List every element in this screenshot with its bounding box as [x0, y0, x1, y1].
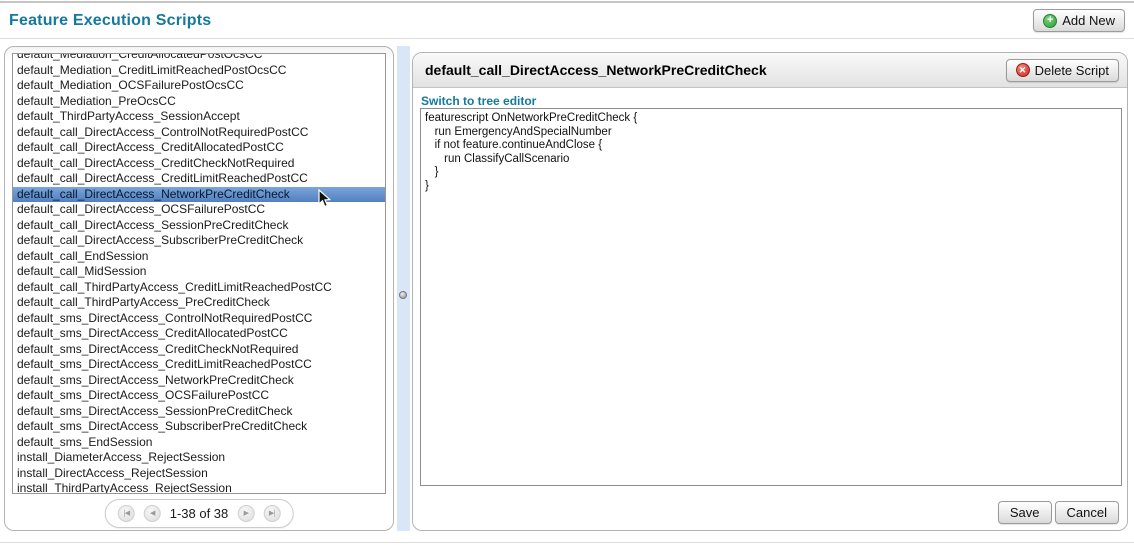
- list-item[interactable]: default_Mediation_CreditAllocatedPostOcs…: [13, 53, 385, 63]
- list-item[interactable]: install_DiameterAccess_RejectSession: [13, 450, 385, 466]
- page-range-label: 1-38 of 38: [170, 506, 229, 521]
- list-item[interactable]: default_sms_DirectAccess_NetworkPreCredi…: [13, 373, 385, 389]
- last-page-button[interactable]: ▶|: [263, 505, 280, 522]
- list-item[interactable]: default_Mediation_OCSFailurePostOcsCC: [13, 78, 385, 94]
- list-item[interactable]: default_call_DirectAccess_CreditLimitRea…: [13, 171, 385, 187]
- cancel-button[interactable]: Cancel: [1055, 501, 1119, 524]
- list-item[interactable]: default_sms_DirectAccess_CreditLimitReac…: [13, 357, 385, 373]
- list-item[interactable]: default_call_DirectAccess_CreditAllocate…: [13, 140, 385, 156]
- list-item[interactable]: default_call_DirectAccess_CreditCheckNot…: [13, 156, 385, 172]
- list-item[interactable]: default_Mediation_CreditLimitReachedPost…: [13, 63, 385, 79]
- pagination: |◀ ◀ 1-38 of 38 ▶ ▶|: [105, 499, 294, 528]
- switch-to-tree-editor-link[interactable]: Switch to tree editor: [421, 94, 536, 108]
- next-page-button[interactable]: ▶: [237, 505, 254, 522]
- add-new-button-label: Add New: [1062, 13, 1115, 28]
- delete-icon: ✕: [1016, 63, 1030, 77]
- list-item[interactable]: default_call_DirectAccess_SubscriberPreC…: [13, 233, 385, 249]
- page-title: Feature Execution Scripts: [9, 12, 211, 30]
- list-item[interactable]: default_call_EndSession: [13, 249, 385, 265]
- panel-splitter[interactable]: [397, 46, 410, 531]
- list-item[interactable]: default_sms_DirectAccess_ControlNotRequi…: [13, 311, 385, 327]
- list-item[interactable]: default_call_DirectAccess_SessionPreCred…: [13, 218, 385, 234]
- last-page-icon: ▶|: [269, 510, 275, 517]
- list-item[interactable]: install_DirectAccess_RejectSession: [13, 466, 385, 482]
- window-bottom-divider: [0, 542, 1134, 543]
- splitter-handle-icon[interactable]: [399, 291, 407, 299]
- editor-panel: default_call_DirectAccess_NetworkPreCred…: [412, 52, 1128, 531]
- list-item[interactable]: default_sms_EndSession: [13, 435, 385, 451]
- delete-script-button[interactable]: ✕ Delete Script: [1006, 59, 1119, 82]
- list-item[interactable]: default_call_DirectAccess_NetworkPreCred…: [13, 187, 385, 203]
- page-header: Feature Execution Scripts + Add New: [0, 3, 1134, 39]
- next-page-icon: ▶: [244, 510, 248, 517]
- list-item[interactable]: default_sms_DirectAccess_CreditCheckNotR…: [13, 342, 385, 358]
- list-item[interactable]: default_call_MidSession: [13, 264, 385, 280]
- prev-page-button[interactable]: ◀: [144, 505, 161, 522]
- list-item[interactable]: default_ThirdPartyAccess_SessionAccept: [13, 109, 385, 125]
- list-item[interactable]: default_sms_DirectAccess_CreditAllocated…: [13, 326, 385, 342]
- list-item[interactable]: default_sms_DirectAccess_SessionPreCredi…: [13, 404, 385, 420]
- plus-icon: +: [1043, 14, 1057, 28]
- prev-page-icon: ◀: [150, 510, 154, 517]
- list-item[interactable]: install_ThirdPartyAccess_RejectSession: [13, 481, 385, 494]
- script-code-textarea[interactable]: featurescript OnNetworkPreCreditCheck { …: [420, 108, 1122, 486]
- add-new-button[interactable]: + Add New: [1033, 9, 1125, 32]
- list-item[interactable]: default_call_DirectAccess_OCSFailurePost…: [13, 202, 385, 218]
- list-item[interactable]: default_call_ThirdPartyAccess_CreditLimi…: [13, 280, 385, 296]
- list-item[interactable]: default_call_DirectAccess_ControlNotRequ…: [13, 125, 385, 141]
- save-button[interactable]: Save: [998, 501, 1052, 524]
- first-page-icon: |◀: [123, 510, 129, 517]
- list-item[interactable]: default_Mediation_PreOcsCC: [13, 94, 385, 110]
- editor-header: default_call_DirectAccess_NetworkPreCred…: [413, 53, 1127, 88]
- script-list-panel: default_Mediation_CreditAllocatedPostOcs…: [4, 46, 394, 531]
- list-item[interactable]: default_sms_DirectAccess_OCSFailurePostC…: [13, 388, 385, 404]
- delete-script-button-label: Delete Script: [1035, 63, 1109, 78]
- list-item[interactable]: default_call_ThirdPartyAccess_PreCreditC…: [13, 295, 385, 311]
- editor-title: default_call_DirectAccess_NetworkPreCred…: [425, 62, 1006, 78]
- list-item[interactable]: default_sms_DirectAccess_SubscriberPreCr…: [13, 419, 385, 435]
- script-list[interactable]: default_Mediation_CreditAllocatedPostOcs…: [12, 53, 386, 494]
- first-page-button[interactable]: |◀: [118, 505, 135, 522]
